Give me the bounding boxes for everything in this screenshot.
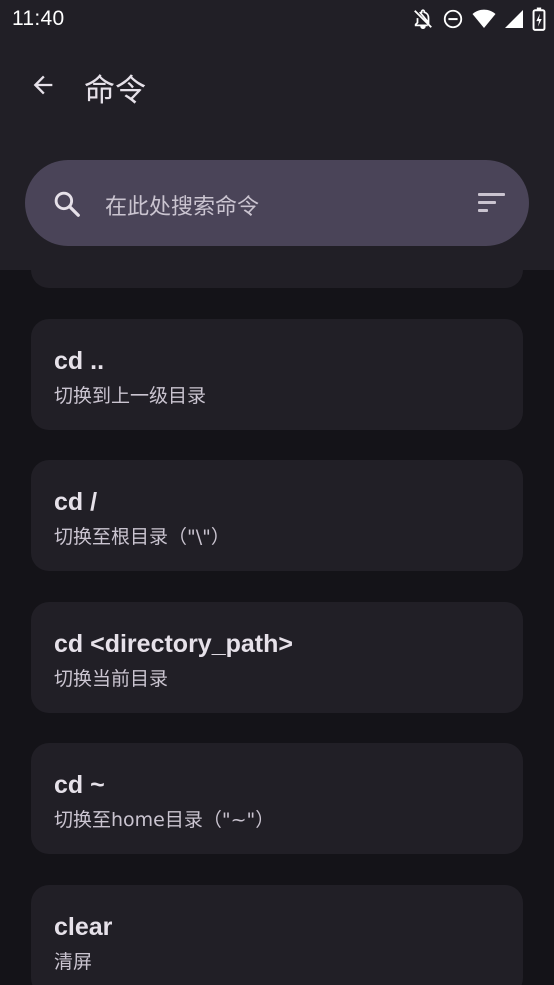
- command-description: 切换至home目录（"~"）: [54, 809, 275, 831]
- command-card[interactable]: cd .. 切换到上一级目录: [31, 319, 523, 430]
- search-icon: [52, 189, 82, 223]
- command-card[interactable]: cd <directory_path> 切换当前目录: [31, 602, 523, 713]
- command-card[interactable]: clear 清屏: [31, 885, 523, 985]
- notifications-off-icon: [412, 8, 434, 30]
- command-description: 切换到上一级目录: [54, 385, 207, 407]
- command-description: 清屏: [54, 951, 93, 973]
- command-text: cd ~: [54, 771, 105, 799]
- command-text: cd <directory_path>: [54, 630, 293, 658]
- command-description: 切换当前目录: [54, 668, 169, 690]
- status-icons: [412, 7, 546, 31]
- top-app-bar: 命令 在此处搜索命令: [0, 38, 554, 270]
- search-bar[interactable]: 在此处搜索命令: [25, 160, 529, 246]
- command-card[interactable]: cd ~ 切换至home目录（"~"）: [31, 743, 523, 854]
- sort-icon[interactable]: [477, 192, 507, 218]
- screen: cd .. 切换到上一级目录 cd / 切换至根目录（"\"） cd <dire…: [0, 0, 554, 985]
- cell-signal-icon: [504, 8, 524, 30]
- command-description: 切换至根目录（"\"）: [54, 526, 230, 548]
- status-time: 11:40: [12, 7, 65, 30]
- command-text: clear: [54, 913, 113, 941]
- arrow-back-icon: [29, 71, 57, 103]
- page-title: 命令: [84, 73, 146, 109]
- command-text: cd ..: [54, 347, 105, 375]
- battery-charging-icon: [532, 7, 546, 31]
- wifi-icon: [472, 8, 496, 30]
- back-button[interactable]: [25, 69, 61, 105]
- do-not-disturb-icon: [442, 8, 464, 30]
- command-text: cd /: [54, 488, 98, 516]
- status-bar: 11:40: [0, 0, 554, 38]
- search-input[interactable]: 在此处搜索命令: [105, 189, 259, 221]
- command-card[interactable]: cd / 切换至根目录（"\"）: [31, 460, 523, 571]
